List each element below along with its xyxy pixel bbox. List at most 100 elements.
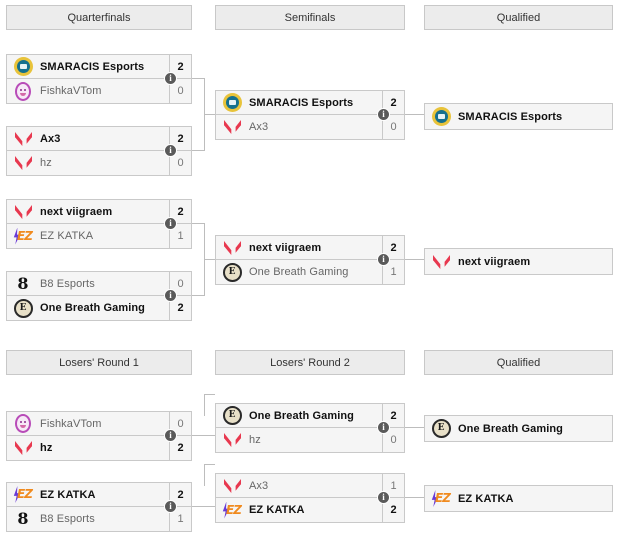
bracket-connector [204,394,215,395]
match-info-icon[interactable]: i [164,429,177,442]
ez-katka-logo-icon: EZ [430,489,452,509]
one-breath-gaming-logo-icon: E [221,406,243,426]
match-row[interactable]: next viigraem 2 [216,236,404,260]
team-name: One Breath Gaming [458,422,563,435]
team-name: B8 Esports [40,513,95,525]
match-row[interactable]: SMARACIS Esports [425,104,612,129]
match-row[interactable]: hz 2 [7,436,191,460]
team-name: One Breath Gaming [249,409,354,422]
one-breath-gaming-logo-icon: E [12,298,34,318]
match-quarterfinal-2[interactable]: Ax3 2 hz 0 i [6,126,192,176]
ez-katka-logo-icon: EZ [12,226,34,246]
qualified-slot-lower-1[interactable]: E One Breath Gaming [424,415,613,442]
valorant-logo-icon [430,252,452,272]
bracket-connector [405,497,424,498]
match-quarterfinal-4[interactable]: 8 B8 Esports 0 E One Breath Gaming 2 i [6,271,192,321]
fishkavtom-logo-icon [12,414,34,434]
match-losers-round-1-2[interactable]: EZ EZ KATKA 2 8 B8 Esports 1 i [6,482,192,532]
bracket-connector [204,464,205,486]
round-header-quarterfinals: Quarterfinals [6,5,192,30]
round-header-losers-round-2: Losers' Round 2 [215,350,405,375]
team-name: FishkaVTom [40,85,102,97]
match-info-icon[interactable]: i [377,108,390,121]
bracket-connector [204,394,205,416]
valorant-logo-icon [12,129,34,149]
ez-katka-logo-icon: EZ [221,500,243,520]
match-semifinal-1[interactable]: SMARACIS Esports 2 Ax3 0 i [215,90,405,140]
one-breath-gaming-logo-icon: E [430,419,452,439]
team-name: hz [249,434,261,446]
team-name: EZ KATKA [40,230,94,242]
bracket-connector [204,259,215,260]
bracket-connector [192,295,204,296]
match-info-icon[interactable]: i [164,289,177,302]
match-row[interactable]: E One Breath Gaming 2 [7,296,191,320]
team-name: EZ KATKA [458,492,514,505]
qualified-slot-upper-2[interactable]: next viigraem [424,248,613,275]
round-header-qualified-lower: Qualified [424,350,613,375]
team-name: One Breath Gaming [249,266,349,278]
valorant-logo-icon [12,202,34,222]
team-name: next viigraem [458,255,531,268]
team-name: SMARACIS Esports [458,110,563,123]
team-name: hz [40,442,53,454]
b8-esports-logo-icon: 8 [17,273,29,293]
team-name: next viigraem [40,205,113,218]
match-info-icon[interactable]: i [164,500,177,513]
match-info-icon[interactable]: i [164,72,177,85]
match-info-icon[interactable]: i [377,253,390,266]
bracket-connector [405,114,424,115]
match-losers-round-2-2[interactable]: Ax3 1 EZ EZ KATKA 2 i [215,473,405,523]
team-name: B8 Esports [40,277,95,290]
bracket-connector [204,464,215,465]
bracket-connector [192,435,215,436]
match-row[interactable]: 8 B8 Esports 1 [7,507,191,531]
match-row[interactable]: next viigraem [425,249,612,274]
bracket-connector [204,114,215,115]
team-name: Ax3 [249,121,269,133]
match-losers-round-1-1[interactable]: FishkaVTom 0 hz 2 i [6,411,192,461]
team-name: Ax3 [40,132,61,145]
bracket-connector [405,259,424,260]
match-quarterfinal-3[interactable]: next viigraem 2 EZ EZ KATKA 1 i [6,199,192,249]
match-info-icon[interactable]: i [377,421,390,434]
team-name: EZ KATKA [249,504,305,516]
match-row[interactable]: Ax3 1 [216,474,404,498]
match-row[interactable]: EZ EZ KATKA [425,486,612,511]
match-info-icon[interactable]: i [377,491,390,504]
qualified-slot-lower-2[interactable]: EZ EZ KATKA [424,485,613,512]
team-name: next viigraem [249,241,322,254]
match-row[interactable]: FishkaVTom 0 [7,79,191,103]
team-name: SMARACIS Esports [40,60,145,73]
round-header-semifinals: Semifinals [215,5,405,30]
match-row[interactable]: E One Breath Gaming [425,416,612,441]
match-semifinal-2[interactable]: next viigraem 2 E One Breath Gaming 1 i [215,235,405,285]
valorant-logo-icon [221,430,243,450]
match-row[interactable]: EZ EZ KATKA 2 [216,498,404,522]
round-header-losers-round-1: Losers' Round 1 [6,350,192,375]
valorant-logo-icon [12,438,34,458]
team-name: hz [40,157,52,169]
match-row[interactable]: E One Breath Gaming 2 [216,404,404,428]
valorant-logo-icon [221,238,243,258]
smaracis-logo-icon [221,93,243,113]
bracket-connector [192,223,204,224]
match-losers-round-2-1[interactable]: E One Breath Gaming 2 hz 0 i [215,403,405,453]
team-name: One Breath Gaming [40,302,145,314]
match-row[interactable]: SMARACIS Esports 2 [216,91,404,115]
team-name: SMARACIS Esports [249,96,354,109]
match-info-icon[interactable]: i [164,217,177,230]
team-name: Ax3 [249,479,269,492]
valorant-logo-icon [221,117,243,137]
smaracis-logo-icon [12,57,34,77]
match-row[interactable]: EZ EZ KATKA 1 [7,224,191,248]
match-quarterfinal-1[interactable]: SMARACIS Esports 2 FishkaVTom 0 i [6,54,192,104]
qualified-slot-upper-1[interactable]: SMARACIS Esports [424,103,613,130]
match-row[interactable]: hz 0 [7,151,191,175]
match-row[interactable]: Ax3 0 [216,115,404,139]
match-row[interactable]: hz 0 [216,428,404,452]
round-header-qualified-upper: Qualified [424,5,613,30]
match-info-icon[interactable]: i [164,144,177,157]
team-name: FishkaVTom [40,417,102,430]
match-row[interactable]: E One Breath Gaming 1 [216,260,404,284]
